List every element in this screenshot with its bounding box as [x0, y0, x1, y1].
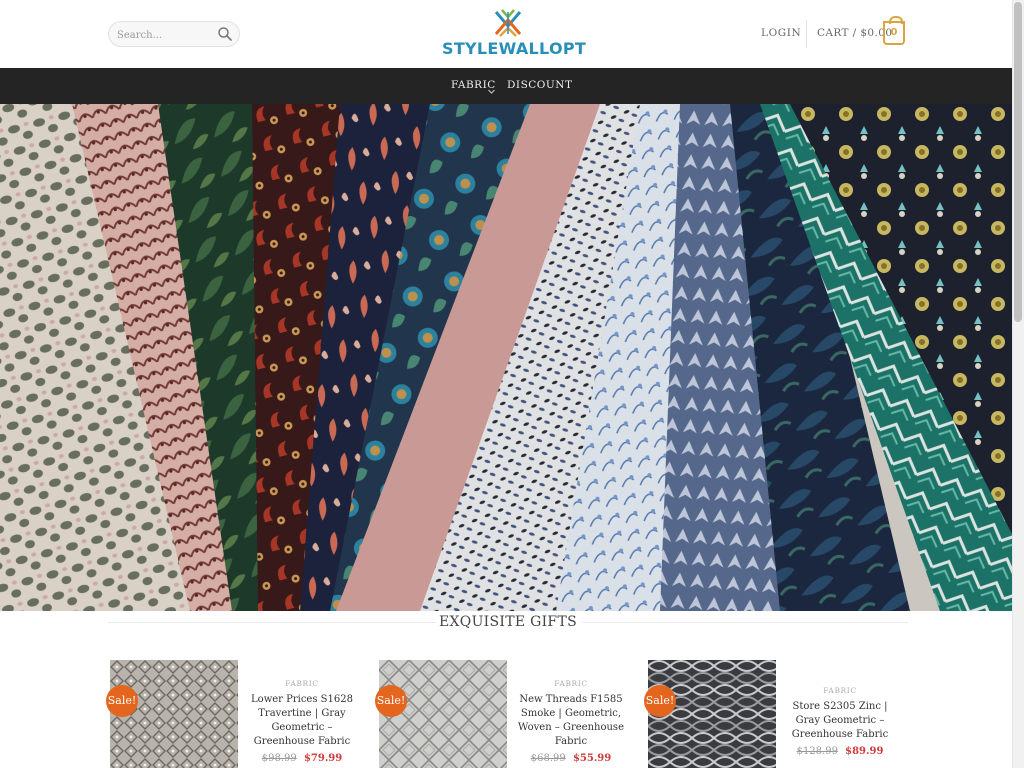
main-nav: FABRIC DISCOUNT	[0, 68, 1012, 104]
product-info: FABRIC Store S2305 Zinc | Gray Geometric…	[780, 667, 900, 757]
product-info: FABRIC New Threads F1585 Smoke | Geometr…	[511, 660, 631, 764]
product-old-price: $98.99	[261, 753, 297, 764]
sale-badge: Sale!	[644, 685, 676, 717]
search-icon[interactable]	[217, 26, 233, 42]
cart-link[interactable]: CART / $0.00	[817, 27, 892, 39]
product-title[interactable]: Store S2305 Zinc | Gray Geometric – Gree…	[780, 700, 900, 742]
search-input[interactable]	[117, 26, 217, 44]
cart-count-badge[interactable]: 0	[883, 16, 905, 45]
product-title[interactable]: Lower Prices S1628 Travertine | Gray Geo…	[242, 693, 362, 749]
page: STYLEWALLOPT LOGIN CART / $0.00 0 FABRIC…	[0, 0, 1012, 768]
product-sale-price: $79.99	[303, 753, 343, 764]
product-sale-price: $89.99	[845, 746, 884, 757]
site-logo[interactable]: STYLEWALLOPT	[442, 8, 587, 62]
logo-icon	[442, 8, 574, 38]
sale-badge: Sale!	[375, 685, 407, 717]
product-info: FABRIC Lower Prices S1628 Travertine | G…	[242, 660, 362, 764]
product-card[interactable]: Sale! FABRIC Lower Prices S1628 Traverti…	[106, 660, 362, 768]
login-link[interactable]: LOGIN	[761, 27, 801, 39]
scrollbar-thumb[interactable]	[1014, 2, 1022, 322]
product-card[interactable]: Sale! FABRIC New Threads F1585 Smoke | G…	[375, 660, 631, 768]
section-header: EXQUISITE GIFTS	[108, 612, 908, 636]
product-price: $128.99 $89.99	[780, 746, 900, 757]
product-card[interactable]: Sale! FABRIC Store S2305 Zinc | Gray Geo…	[644, 660, 900, 768]
nav-item-discount[interactable]: DISCOUNT	[507, 79, 572, 91]
product-sale-price: $55.99	[572, 753, 612, 764]
chevron-down-icon[interactable]	[487, 81, 496, 94]
site-header: STYLEWALLOPT LOGIN CART / $0.00 0	[0, 0, 1012, 68]
product-price: $98.99 $79.99	[242, 753, 362, 764]
product-old-price: $68.99	[530, 753, 566, 764]
section-divider-right	[582, 622, 908, 623]
sale-badge: Sale!	[106, 685, 138, 717]
product-price: $68.99 $55.99	[511, 753, 631, 764]
header-divider	[806, 20, 807, 48]
product-category[interactable]: FABRIC	[242, 679, 362, 688]
hero-banner-image[interactable]	[0, 104, 1012, 611]
logo-text: STYLEWALLOPT	[442, 39, 587, 58]
search-box[interactable]	[108, 21, 240, 47]
product-title[interactable]: New Threads F1585 Smoke | Geometric, Wov…	[511, 693, 631, 749]
product-category[interactable]: FABRIC	[780, 686, 900, 695]
vertical-scrollbar[interactable]	[1012, 0, 1024, 768]
product-old-price: $128.99	[796, 746, 838, 757]
product-category[interactable]: FABRIC	[511, 679, 631, 688]
